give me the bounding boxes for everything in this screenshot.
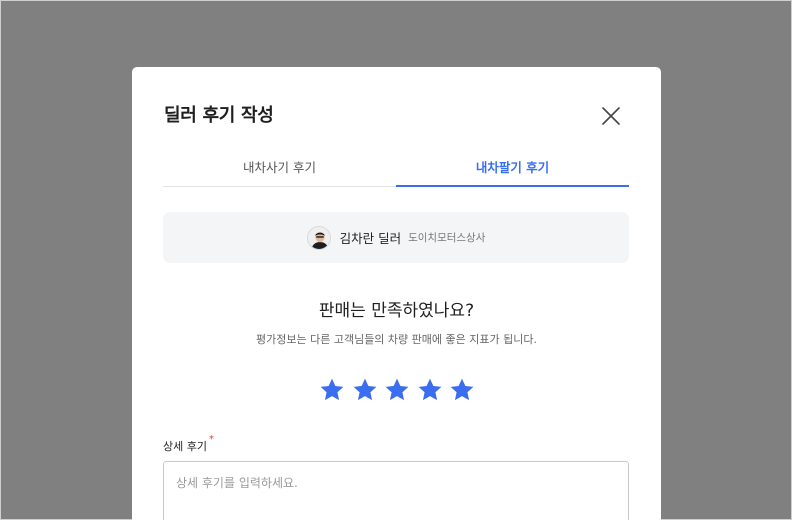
required-mark: * — [209, 434, 214, 445]
close-icon — [602, 107, 620, 125]
review-label: 상세 후기 — [163, 440, 207, 453]
close-button[interactable] — [600, 105, 622, 127]
star-icon[interactable] — [384, 377, 410, 403]
dealer-avatar — [306, 225, 331, 250]
star-icon[interactable] — [417, 377, 443, 403]
tab-buy-review[interactable]: 내차사기 후기 — [163, 147, 396, 186]
rating-subtitle: 평가정보는 다른 고객님들의 차량 판매에 좋은 지표가 됩니다. — [256, 333, 537, 346]
rating-question: 판매는 만족하였나요? — [318, 301, 475, 321]
dealer-company: 도이치모터스상사 — [408, 232, 486, 244]
star-icon[interactable] — [449, 377, 475, 403]
tab-sell-review[interactable]: 내차팔기 후기 — [396, 147, 629, 187]
review-textarea[interactable] — [163, 461, 629, 520]
dealer-info-card: 김차란 딜러 도이치모터스상사 — [163, 212, 629, 263]
star-icon[interactable] — [319, 377, 345, 403]
modal-title: 딜러 후기 작성 — [164, 105, 274, 126]
star-rating[interactable] — [319, 377, 475, 403]
star-icon[interactable] — [352, 377, 378, 403]
dealer-name: 김차란 딜러 — [339, 231, 402, 246]
review-tabs: 내차사기 후기 내차팔기 후기 — [163, 147, 629, 187]
review-modal: 딜러 후기 작성 내차사기 후기 내차팔기 후기 김차란 딜러 도이치모터스상사… — [132, 67, 661, 520]
